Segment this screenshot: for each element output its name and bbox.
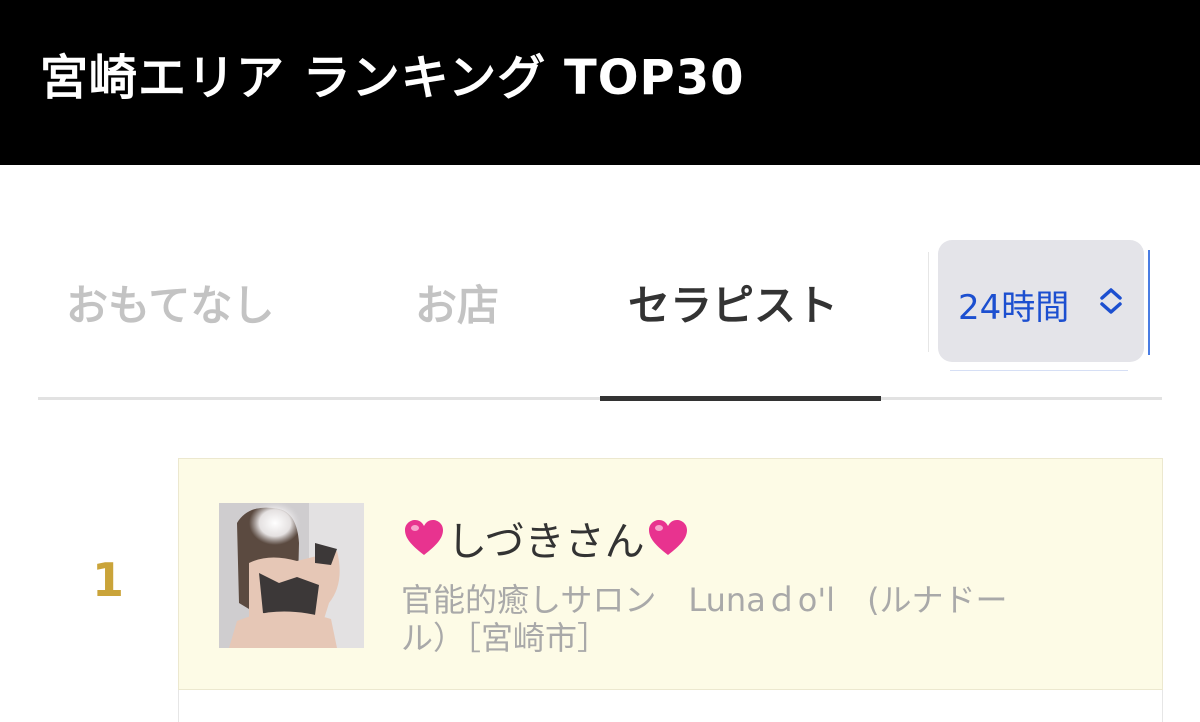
therapist-name-row[interactable]: しづきさん xyxy=(401,509,691,567)
ranking-list-item-next xyxy=(178,690,1163,722)
tab-therapist[interactable]: セラピスト xyxy=(628,272,838,333)
therapist-avatar[interactable] xyxy=(219,503,364,648)
page: 宮崎エリア ランキング TOP30 おもてなし お店 セラピスト 24時間 1 xyxy=(0,0,1200,722)
shop-info-line1: 官能的癒しサロン Lunaｄo'l (ルナドー xyxy=(401,581,1008,619)
heart-icon xyxy=(405,520,443,555)
period-select-value: 24時間 xyxy=(958,288,1070,328)
therapist-name: しづきさん xyxy=(447,519,645,565)
shop-info-line2: ル）［宮崎市］ xyxy=(401,619,610,657)
select-shadow-line xyxy=(950,370,1128,371)
header-bar: 宮崎エリア ランキング TOP30 xyxy=(0,0,1200,165)
chevron-updown-icon xyxy=(1100,288,1122,314)
active-tab-indicator xyxy=(600,396,881,401)
rank-number: 1 xyxy=(92,553,125,607)
ranking-tabs: おもてなし お店 セラピスト 24時間 xyxy=(38,240,1162,402)
heart-icon xyxy=(648,520,687,555)
select-border-left xyxy=(928,252,929,352)
ranking-list-item[interactable]: しづきさん 官能的癒しサロン Lunaｄo'l (ルナドー ル）［宮崎市］ xyxy=(178,458,1163,690)
period-select[interactable]: 24時間 xyxy=(938,240,1144,362)
tab-omotenashi[interactable]: おもてなし xyxy=(66,272,274,333)
shop-info: 官能的癒しサロン Lunaｄo'l (ルナドー ル）［宮崎市］ xyxy=(401,581,1101,657)
tab-shop[interactable]: お店 xyxy=(415,272,499,333)
page-title: 宮崎エリア ランキング TOP30 xyxy=(40,50,745,106)
select-focus-edge xyxy=(1148,250,1150,355)
